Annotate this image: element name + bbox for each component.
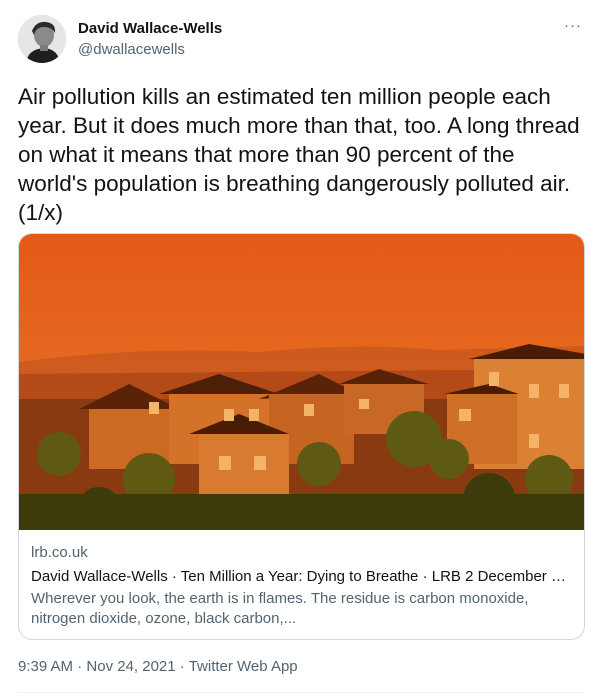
tweet-meta: 9:39 AM · Nov 24, 2021 · Twitter Web App xyxy=(18,657,298,677)
divider xyxy=(18,692,584,693)
card-image[interactable] xyxy=(19,234,584,530)
card-title: David Wallace-Wells · Ten Million a Year… xyxy=(31,568,571,585)
tweet: David Wallace-Wells @dwallacewells ··· A… xyxy=(0,0,600,697)
more-horizontal-icon[interactable]: ··· xyxy=(564,17,582,34)
tweet-source[interactable]: Twitter Web App xyxy=(189,658,298,675)
tweet-date[interactable]: Nov 24, 2021 xyxy=(86,658,175,675)
card-body: lrb.co.uk David Wallace-Wells · Ten Mill… xyxy=(31,543,571,629)
tweet-time[interactable]: 9:39 AM xyxy=(18,658,73,675)
author-display-name[interactable]: David Wallace-Wells xyxy=(78,20,222,38)
avatar[interactable] xyxy=(18,15,66,63)
author-block: David Wallace-Wells @dwallacewells xyxy=(78,20,222,59)
author-handle[interactable]: @dwallacewells xyxy=(78,41,222,59)
link-card[interactable]: lrb.co.uk David Wallace-Wells · Ten Mill… xyxy=(18,233,585,640)
meta-separator: · xyxy=(73,658,87,675)
card-description: Wherever you look, the earth is in flame… xyxy=(31,590,529,627)
meta-separator: · xyxy=(175,658,189,675)
card-domain: lrb.co.uk xyxy=(31,544,88,561)
tweet-text: Air pollution kills an estimated ten mil… xyxy=(18,84,580,225)
